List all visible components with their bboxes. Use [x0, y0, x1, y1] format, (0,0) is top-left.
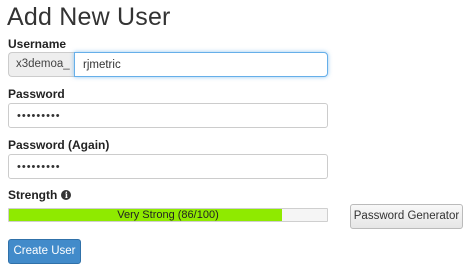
strength-meter-text: Very Strong (86/100) — [117, 209, 219, 221]
create-user-button[interactable]: Create User — [8, 239, 81, 264]
password-again-label: Password (Again) — [8, 138, 110, 152]
strength-label-row: Strength i — [8, 187, 72, 203]
password-input[interactable] — [8, 103, 328, 128]
info-circle-icon[interactable]: i — [61, 190, 72, 200]
password-again-input[interactable] — [8, 154, 328, 179]
username-input[interactable] — [74, 52, 328, 77]
page-title: Add New User — [7, 3, 171, 31]
username-prefix: x3demoa_ — [8, 52, 74, 77]
username-label: Username — [8, 37, 67, 51]
username-input-group: x3demoa_ — [8, 52, 328, 77]
password-label: Password — [8, 87, 65, 101]
strength-label: Strength — [8, 188, 58, 202]
strength-meter: Very Strong (86/100) — [8, 208, 328, 222]
password-generator-button[interactable]: Password Generator — [350, 204, 463, 229]
